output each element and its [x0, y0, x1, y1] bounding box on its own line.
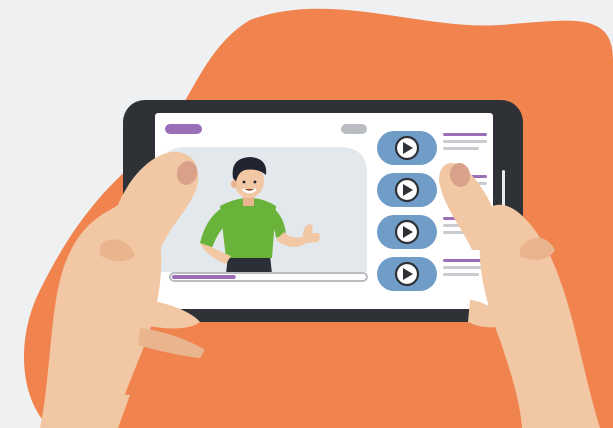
header-tag-gray [341, 124, 367, 134]
right-wrist [520, 390, 598, 428]
left-wrist [60, 390, 130, 428]
playlist-desc-line [443, 266, 487, 269]
playlist-desc-line [443, 147, 479, 150]
phone-video-illustration [24, 8, 613, 428]
playlist-desc-line [443, 273, 479, 276]
playlist-desc-line [443, 140, 487, 143]
progress-fill [172, 275, 236, 279]
illustration [0, 0, 613, 428]
header-tag-purple [165, 124, 202, 134]
playlist-title-line [443, 133, 487, 136]
